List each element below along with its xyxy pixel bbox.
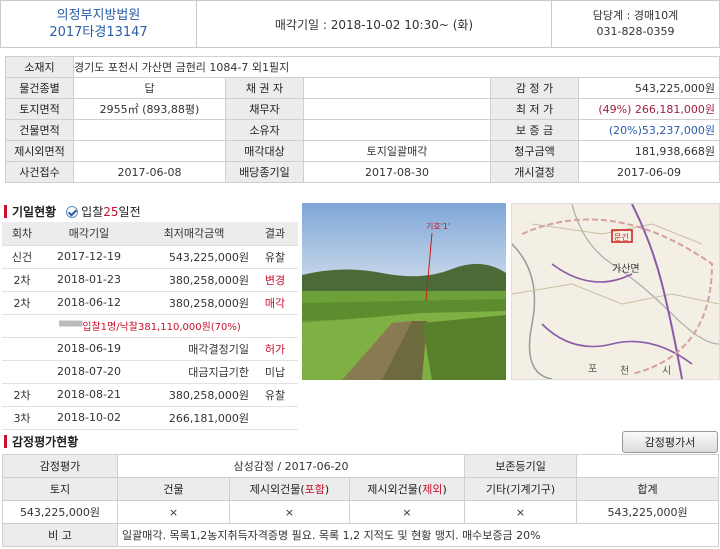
remark-value: 일괄매각. 목록1,2농지취득자격증명 필요. 목록 1,2 지적도 및 현황 … [116,523,720,547]
svg-text:천: 천 [620,365,629,377]
sale-date: 매각기일 : 2018-10-02 10:30~ (화) [274,17,474,32]
table-row: 2차 2018-08-21 380,258,000원 유찰 [2,383,298,407]
dividend-deadline-label: 배당종기일 [225,161,304,183]
contact-dept: 담당계 : 경매10계 [592,9,679,22]
min-price-value: (49%) 266,181,000원 [577,98,720,120]
site-photo-image: 기호'1' [302,203,506,380]
col-round: 회차 [2,222,42,246]
building-area-value [73,119,226,141]
building-area-label: 건물면적 [5,119,74,141]
appraisal-value: 543,225,000원 [577,77,720,99]
bid-countdown: 입찰25일전 [81,205,141,219]
type-label: 물건종별 [5,77,74,99]
land-value: 543,225,000원 [2,500,118,524]
appraiser-value: 삼성감정 / 2017-06-20 [116,454,466,478]
col-amount: 최저매각금액 [136,222,252,246]
extra-excluded-value: × [348,500,466,524]
min-price-label: 최 저 가 [490,98,579,120]
appraisal-table: 감정평가 삼성감정 / 2017-06-20 보존등기일 토지 건물 제시외건물… [2,454,720,547]
excluded-area-value [73,140,226,162]
location-map-image: 가산면 문긴 포 천 시 [512,204,719,379]
address-value: 경기도 포천시 가산면 금현리 1084-7 외1필지 [72,56,720,78]
total-value: 543,225,000원 [576,500,720,524]
check-circle-icon [66,205,79,218]
history-section-title: 기일현황 입찰25일전 [4,203,141,220]
case-received-label: 사건접수 [5,161,74,183]
col-land: 토지 [2,477,118,501]
section-marker [4,205,7,218]
site-photo[interactable]: 기호'1' [302,203,506,380]
case-number[interactable]: 2017타경13147 [49,24,147,41]
case-received-value: 2017-06-08 [73,161,226,183]
land-area-label: 토지면적 [5,98,74,120]
start-decision-label: 개시결정 [490,161,579,183]
deposit-label: 보 증 금 [490,119,579,141]
col-extra-excluded: 제시외건물(제외) [348,477,466,501]
debtor-value [303,98,491,120]
claim-amount-label: 청구금액 [490,140,579,162]
col-date: 매각기일 [42,222,136,246]
address-label: 소재지 [5,56,74,78]
map-highlight-label: 문긴 [614,232,629,242]
table-row: 신건 2017-12-19 543,225,000원 유찰 [2,245,298,269]
table-row: 2차 2018-01-23 380,258,000원 변경 [2,268,298,292]
claim-amount-value: 181,938,668원 [577,140,720,162]
registration-date-value [576,454,720,478]
auction-history-table: 회차 매각기일 최저매각금액 결과 신건 2017-12-19 543,225,… [2,222,298,430]
land-area-value: 2955㎡ (893,88평) [73,98,226,120]
other-value: × [464,500,578,524]
start-decision-value: 2017-06-09 [577,161,720,183]
svg-text:시: 시 [662,365,671,377]
masked-name: ▀▀▀ [59,322,83,333]
deposit-value: (20%)53,237,000원 [577,119,720,141]
appraisal-report-button[interactable]: 감정평가서 [622,431,718,453]
property-info-table: 소재지 경기도 포천시 가산면 금현리 1084-7 외1필지 물건종별 답 채… [5,56,720,183]
creditor-value [303,77,491,99]
col-result: 결과 [252,222,298,246]
table-row: 2018-06-19 매각결정기일 허가 [2,337,298,361]
table-row: 2018-07-20 대금지급기한 미납 [2,360,298,384]
appraisal-section-title: 감정평가현황 [4,433,78,450]
map-town-label: 가산면 [612,263,640,275]
excluded-area-label: 제시외면적 [5,140,74,162]
court-block: 의정부지방법원 2017타경13147 [1,1,197,47]
case-header: 의정부지방법원 2017타경13147 매각기일 : 2018-10-02 10… [0,0,720,48]
extra-included-value: × [229,500,350,524]
contact-phone: 031-828-0359 [596,25,675,38]
creditor-label: 채 권 자 [225,77,304,99]
section-marker [4,435,7,448]
sale-result-note: ▀▀▀입찰1명/낙찰381,110,000원(70%) [2,314,298,338]
photo-marker-label: 기호'1' [426,222,450,231]
building-value: × [117,500,230,524]
owner-label: 소유자 [225,119,304,141]
appraisal-label: 감정평가 [2,454,118,478]
type-value: 답 [73,77,226,99]
location-map[interactable]: 가산면 문긴 포 천 시 [511,203,720,380]
appraisal-label: 감 정 가 [490,77,579,99]
col-other: 기타(기계기구) [464,477,578,501]
court-name: 의정부지방법원 [56,8,141,23]
owner-value [303,119,491,141]
contact-block: 담당계 : 경매10계 031-828-0359 [551,1,719,47]
table-row: 2차 2018-06-12 380,258,000원 매각 [2,291,298,315]
col-total: 합계 [576,477,720,501]
col-extra-included: 제시외건물(포함) [229,477,350,501]
col-building: 건물 [117,477,230,501]
registration-date-label: 보존등기일 [464,454,578,478]
svg-text:포: 포 [588,364,597,375]
remark-label: 비 고 [2,523,118,547]
dividend-deadline-value: 2017-08-30 [303,161,491,183]
sale-target-value: 토지일괄매각 [303,140,491,162]
table-row: 3차 2018-10-02 266,181,000원 [2,406,298,430]
debtor-label: 채무자 [225,98,304,120]
sale-target-label: 매각대상 [225,140,304,162]
